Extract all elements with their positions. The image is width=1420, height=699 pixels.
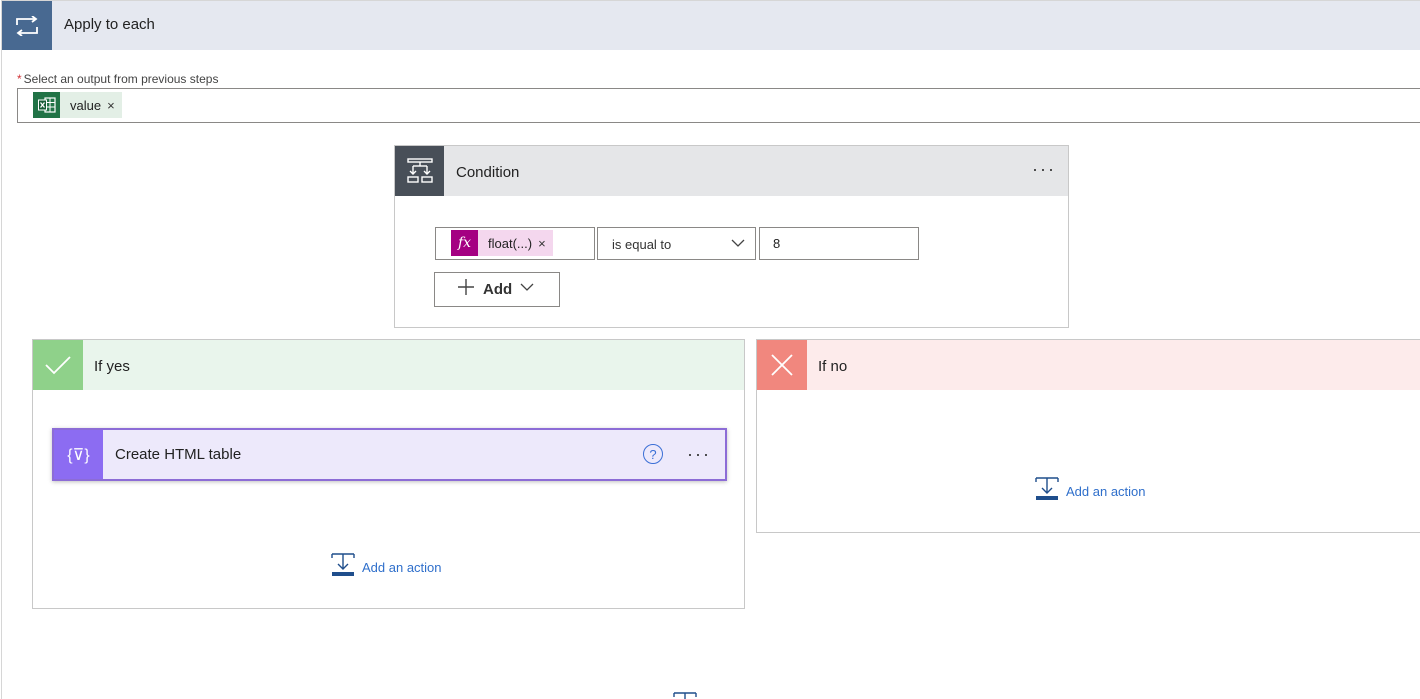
if-no-add-action[interactable]: Add an action [1035, 477, 1146, 506]
value-token-label: value [70, 97, 102, 113]
help-icon[interactable]: ? [643, 444, 663, 464]
excel-icon [33, 92, 60, 118]
select-output-label-text: Select an output from previous steps [23, 72, 219, 86]
chevron-down-icon [731, 236, 745, 255]
condition-header[interactable]: Condition ··· [395, 146, 1068, 196]
fx-icon: fx [451, 230, 478, 256]
plus-icon [457, 278, 475, 301]
action-more-icon[interactable]: ··· [687, 445, 711, 463]
condition-more-icon[interactable]: ··· [1032, 160, 1056, 178]
frame-border-left [1, 0, 2, 699]
create-html-table-title: Create HTML table [115, 446, 242, 463]
select-output-input[interactable]: value × [17, 88, 1420, 123]
expression-token-label: float(...) [488, 235, 533, 251]
add-action-label: Add an action [362, 560, 442, 575]
expression-token[interactable]: fx float(...) × [451, 230, 553, 256]
create-html-table-card[interactable]: {⊽} Create HTML table ? ··· [52, 428, 727, 481]
chevron-down-icon [520, 280, 534, 299]
remove-token-icon[interactable]: × [101, 98, 122, 113]
close-icon [757, 340, 807, 390]
data-operation-icon: {⊽} [54, 430, 103, 479]
add-condition-button[interactable]: Add [434, 272, 560, 307]
condition-card: Condition ··· fx float(...) × is equal t… [394, 145, 1069, 328]
if-yes-add-action[interactable]: Add an action [331, 553, 442, 582]
value-token[interactable]: value × [33, 92, 122, 118]
condition-left-operand[interactable]: fx float(...) × [435, 227, 595, 260]
add-action-icon[interactable] [673, 692, 697, 699]
if-yes-header[interactable]: If yes [33, 340, 744, 390]
condition-icon [395, 146, 444, 196]
remove-expression-icon[interactable]: × [532, 236, 553, 251]
add-action-icon [331, 553, 355, 582]
if-no-branch: If no Add an action [756, 339, 1420, 533]
condition-right-operand[interactable]: 8 [759, 227, 919, 260]
loop-icon [2, 1, 52, 50]
if-yes-title: If yes [94, 358, 130, 375]
condition-title: Condition [456, 164, 520, 181]
if-no-title: If no [818, 358, 848, 375]
add-action-label: Add an action [1066, 484, 1146, 499]
required-marker: * [17, 72, 22, 86]
add-condition-label: Add [483, 281, 513, 298]
add-action-icon [1035, 477, 1059, 506]
operator-value: is equal to [612, 237, 672, 252]
if-no-header[interactable]: If no [757, 340, 1420, 390]
condition-value: 8 [773, 236, 781, 251]
operator-dropdown[interactable]: is equal to [597, 227, 756, 260]
apply-to-each-title: Apply to each [64, 16, 155, 33]
apply-to-each-header[interactable]: Apply to each [2, 1, 1420, 50]
select-output-label: * Select an output from previous steps [17, 72, 218, 86]
if-yes-branch: If yes {⊽} Create HTML table ? ··· Add a… [32, 339, 745, 609]
checkmark-icon [33, 340, 83, 390]
